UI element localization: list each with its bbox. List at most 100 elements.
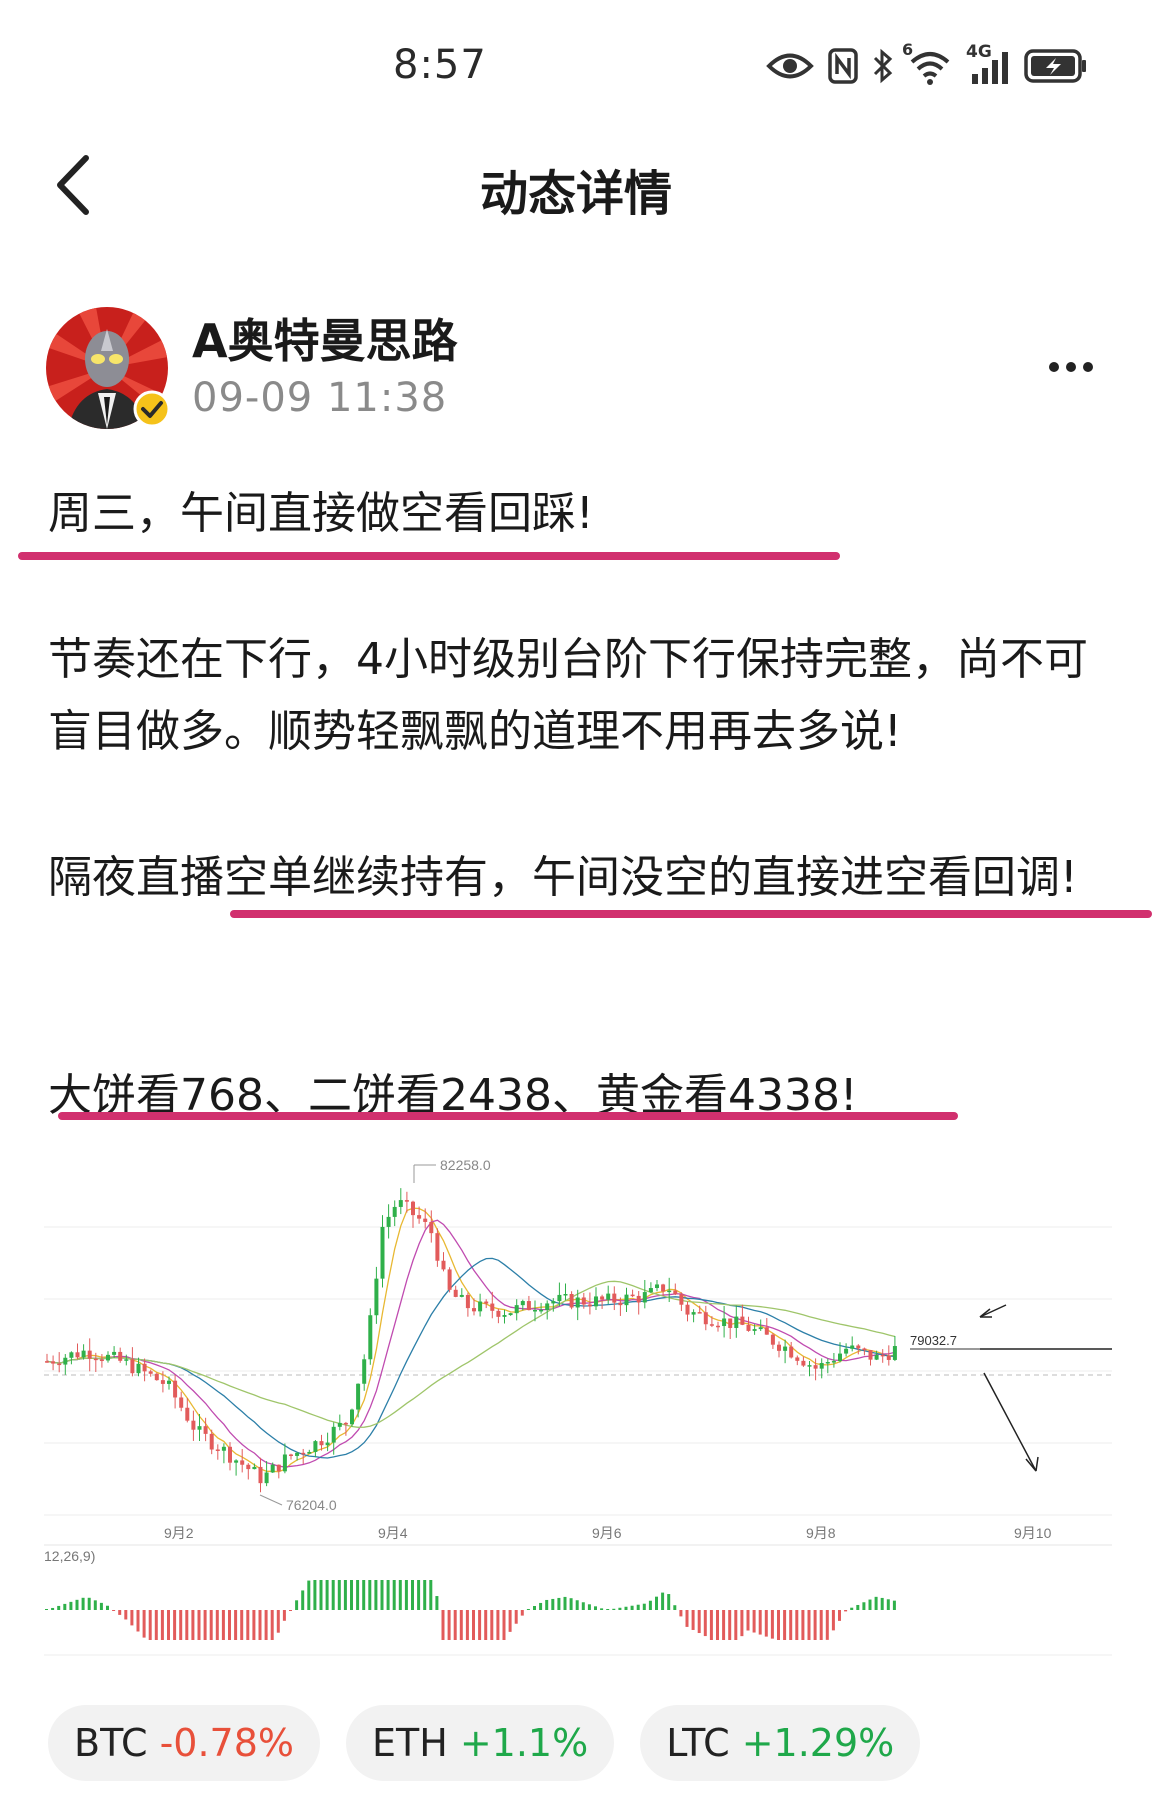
author-name[interactable]: A奥特曼思路 [192,305,458,371]
ticker-tag-ltc[interactable]: LTC +1.29% [640,1705,921,1781]
macd-bar [136,1610,140,1632]
macd-bar [758,1610,762,1635]
macd-bar [398,1580,402,1610]
macd-bar [154,1610,158,1640]
ticker-tag-btc[interactable]: BTC -0.78% [48,1705,321,1781]
candle-body [356,1383,361,1410]
price-chart[interactable]: 82258.0 76204.0 79032.7 9月2 9月4 9月6 9月8 … [44,1155,1112,1665]
low-marker: 76204.0 [259,1494,337,1513]
candle-body [886,1355,891,1360]
candle-body [337,1422,342,1427]
macd-bar [612,1608,616,1610]
macd-bar [264,1610,268,1640]
candle-body [496,1310,501,1317]
candle-body [331,1426,336,1443]
macd-bar [173,1610,177,1640]
candle-body [185,1407,190,1421]
macd-bar [563,1596,567,1610]
candle-body [69,1352,74,1358]
macd-bar [777,1610,780,1640]
candle-body [709,1324,714,1326]
candle-body [313,1441,318,1452]
candle-body [606,1293,611,1300]
macd-bar [630,1605,634,1610]
macd-bar [880,1597,884,1610]
macd-bar [270,1610,274,1640]
macd-bar [770,1610,774,1639]
macd-bar [862,1602,866,1610]
author-row: A奥特曼思路 09-09 11:38 [46,305,1106,435]
macd-bar [831,1610,835,1631]
macd-bar [789,1610,793,1640]
candle-body [246,1464,251,1470]
post-paragraph-2: 节奏还在下行，4小时级别台阶下行保持完整，尚不可盲目做多。顺势轻飘飘的道理不用再… [48,634,1088,757]
macd-bar [722,1610,726,1640]
macd-bar [783,1610,787,1640]
candle-body [575,1297,580,1308]
macd-bar [179,1610,183,1640]
x-tick-1: 9月4 [378,1525,408,1541]
ticker-tag-eth[interactable]: ETH +1.1% [346,1705,615,1781]
macd-bar [331,1580,335,1610]
candle-body [386,1216,391,1227]
candle-body [642,1292,647,1303]
more-options-icon[interactable] [1046,357,1096,377]
macd-bar [106,1605,109,1610]
macd-bar [594,1606,597,1610]
candle-body [868,1350,873,1360]
candle-body [630,1294,635,1297]
macd-bar [118,1610,122,1615]
macd-bar [453,1610,457,1640]
macd-bar [148,1610,152,1640]
macd-bar [716,1610,719,1640]
candle-body [380,1226,385,1279]
macd-bar [874,1596,878,1610]
candle-body [99,1359,104,1362]
macd-bar [228,1610,231,1640]
candle-body [203,1426,208,1434]
macd-bar [673,1605,677,1610]
candle-body [130,1359,135,1374]
macd-bar [685,1610,689,1627]
candle-body [618,1302,623,1306]
candle-body [319,1441,324,1446]
macd-bar [112,1610,116,1611]
macd-bar [850,1607,854,1610]
macd-bar [740,1610,744,1637]
candle-body [209,1433,214,1450]
macd-bar [624,1606,628,1610]
macd-bar [478,1610,482,1640]
candle-body [539,1309,544,1312]
macd-bar [258,1610,262,1640]
macd-bar [246,1610,250,1640]
candle-body [594,1296,598,1307]
macd-bar [57,1605,61,1610]
macd-bar [618,1607,622,1610]
candle-body [154,1373,159,1381]
macd-bar [746,1610,750,1631]
candle-body [734,1316,739,1328]
highlight-underline-3 [58,1112,958,1120]
candle-body [673,1290,678,1295]
macd-bar [691,1610,695,1630]
candle-body [264,1472,269,1484]
candle-body [600,1296,605,1300]
candle-body [441,1260,446,1270]
macd-bar [356,1580,360,1610]
candle-body [472,1308,476,1312]
candle-body [874,1354,879,1360]
candle-body [148,1371,153,1374]
macd-bar [661,1592,665,1610]
macd-bar [459,1610,463,1640]
macd-bar [508,1610,512,1632]
candle-body [252,1466,257,1470]
macd-bar [801,1610,805,1640]
ticker-symbol: BTC [74,1721,148,1765]
candle-body [722,1318,727,1327]
macd-bar [350,1580,353,1610]
candle-body [740,1316,745,1325]
candle-body [819,1363,824,1369]
macd-bar [51,1607,55,1610]
macd-bar [289,1610,292,1611]
macd-bar [295,1600,299,1610]
